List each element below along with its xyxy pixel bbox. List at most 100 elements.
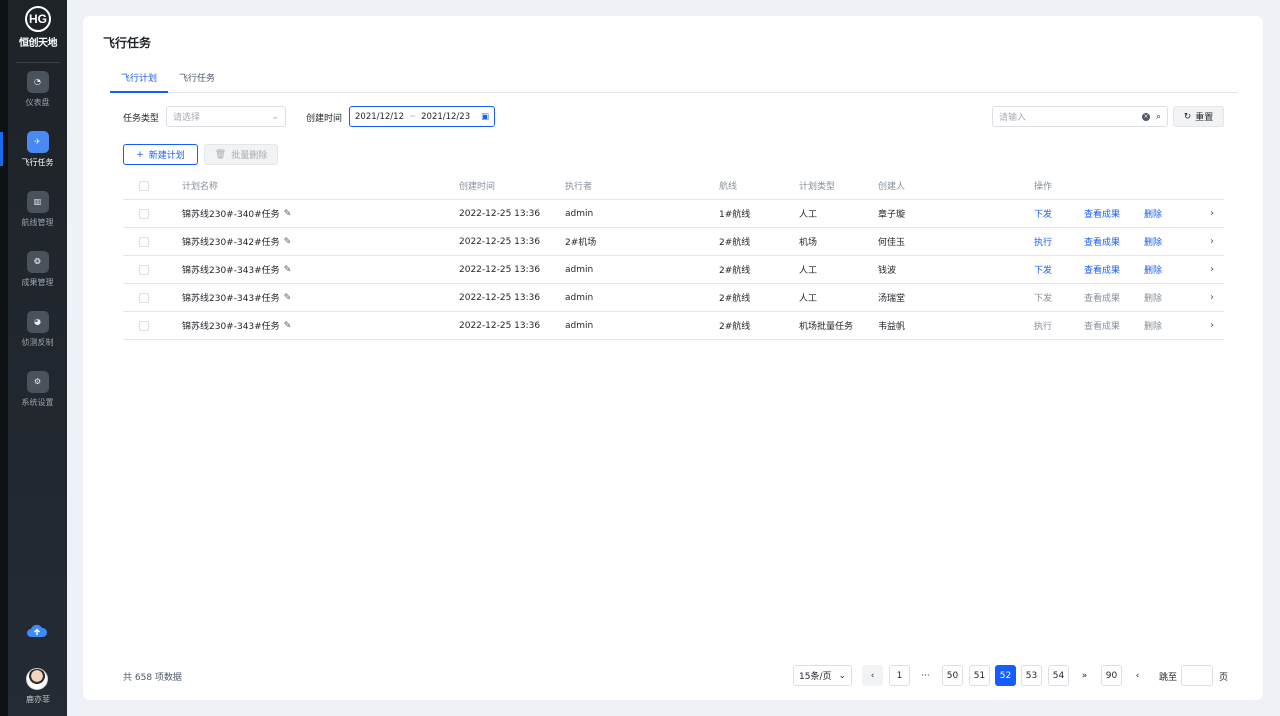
gear-icon: ⚙ (26, 370, 49, 393)
logo-mark: HG (25, 6, 51, 32)
delete-link[interactable]: 删除 (1144, 200, 1162, 227)
clear-icon[interactable]: × (1141, 112, 1150, 121)
row-checkbox[interactable] (139, 264, 149, 275)
new-plan-button[interactable]: + 新建计划 (123, 144, 198, 165)
sidebar-item-detection[interactable]: ◕ 侦测反制 (8, 306, 67, 352)
jump-page-input[interactable] (1181, 665, 1213, 686)
reset-button[interactable]: ↻ 重置 (1173, 106, 1224, 127)
edit-icon[interactable]: ✎ (284, 265, 292, 275)
avatar[interactable] (26, 668, 48, 690)
executor: 2#机场 (565, 238, 597, 248)
date-start[interactable]: 2021/12/12 (355, 112, 404, 122)
chevron-right-icon[interactable]: › (1210, 312, 1214, 339)
date-separator: ~ (409, 111, 417, 122)
reset-label: 重置 (1195, 113, 1214, 123)
edit-icon[interactable]: ✎ (284, 209, 292, 219)
search-input[interactable]: 请输入 × ⌕ (992, 106, 1168, 127)
view-results-link: 查看成果 (1084, 322, 1121, 332)
execute-link[interactable]: 执行 (1034, 228, 1052, 255)
created-time: 2022-12-25 13:36 (459, 208, 541, 219)
sidebar-item-label: 成果管理 (21, 277, 54, 287)
table-header: 计划名称 创建时间 执行者 航线 计划类型 创建人 操作 (123, 172, 1224, 200)
tab-flight-task[interactable]: 飞行任务 (179, 71, 215, 84)
chevron-right-icon[interactable]: › (1210, 228, 1214, 255)
plane-icon: ✈ (26, 130, 49, 153)
issue-link[interactable]: 下发 (1034, 256, 1052, 283)
created-time: 2022-12-25 13:36 (459, 292, 541, 303)
results-icon: ❂ (26, 250, 49, 273)
sidebar-item-label: 飞行任务 (21, 157, 54, 167)
view-results-link[interactable]: 查看成果 (1084, 200, 1120, 227)
row-checkbox[interactable] (139, 292, 149, 303)
row-checkbox[interactable] (139, 236, 149, 247)
page-size-select[interactable]: 15条/页 ⌄ (793, 665, 852, 686)
sidebar-item-results[interactable]: ❂ 成果管理 (8, 246, 67, 292)
created-time-label: 创建时间 (306, 114, 343, 124)
page-button-current[interactable]: 52 (995, 665, 1016, 686)
plan-type: 人工 (799, 210, 818, 220)
edit-icon[interactable]: ✎ (284, 293, 292, 303)
table-row[interactable]: 锦苏线230#-343#任务 ✎ 2022-12-25 13:36 admin 2… (123, 256, 1224, 284)
batch-delete-button[interactable]: 🗑 批量删除 (204, 144, 278, 165)
chevron-right-icon[interactable]: › (1210, 284, 1214, 311)
ellipsis[interactable]: ··· (915, 665, 936, 686)
plan-type: 机场 (799, 238, 818, 248)
sidebar-item-settings[interactable]: ⚙ 系统设置 (8, 366, 67, 412)
header-ops: 操作 (1034, 182, 1053, 192)
cloud-upload-icon[interactable] (26, 622, 48, 640)
sidebar: HG 恒创天地 ◔ 仪表盘 ✈ 飞行任务 ▥ 航线管理 ❂ 成果管理 ◕ 侦测反… (0, 0, 67, 716)
task-type-select[interactable]: 请选择 ⌄ (166, 106, 286, 127)
date-end[interactable]: 2021/12/23 (421, 112, 470, 122)
table-row[interactable]: 锦苏线230#-343#任务 ✎ 2022-12-25 13:36 admin 2… (123, 284, 1224, 312)
row-checkbox[interactable] (139, 208, 149, 219)
chevron-down-icon: ⌄ (838, 670, 846, 681)
table-row[interactable]: 锦苏线230#-340#任务 ✎ 2022-12-25 13:36 admin 1… (123, 200, 1224, 228)
trash-icon: 🗑 (214, 149, 227, 160)
main-panel: 飞行任务 飞行计划 飞行任务 任务类型 请选择 ⌄ 创建时间 2021/12/1… (83, 16, 1263, 700)
tab-flight-plan[interactable]: 飞行计划 (121, 71, 157, 84)
sidebar-item-flight-tasks[interactable]: ✈ 飞行任务 (0, 126, 67, 172)
delete-link[interactable]: 删除 (1144, 228, 1162, 255)
executor: admin (565, 320, 594, 331)
creator: 钱波 (878, 266, 897, 276)
page-button[interactable]: 51 (969, 665, 990, 686)
next-page-button[interactable]: ‹ (1127, 665, 1148, 686)
page-button[interactable]: 90 (1101, 665, 1122, 686)
brand-logo[interactable]: HG 恒创天地 (16, 6, 60, 49)
select-all-checkbox[interactable] (139, 180, 149, 191)
header-type: 计划类型 (799, 182, 836, 192)
chevron-right-icon[interactable]: › (1210, 200, 1214, 227)
page-button[interactable]: 1 (889, 665, 910, 686)
created-time: 2022-12-25 13:36 (459, 320, 541, 331)
date-range-picker[interactable]: 2021/12/12 ~ 2021/12/23 ▣ (349, 106, 495, 127)
tabs: 飞行计划 飞行任务 (110, 64, 1238, 93)
edit-icon[interactable]: ✎ (284, 237, 292, 247)
table-row[interactable]: 锦苏线230#-343#任务 ✎ 2022-12-25 13:36 admin 2… (123, 312, 1224, 340)
search-icon[interactable]: ⌕ (1156, 112, 1161, 122)
delete-link[interactable]: 删除 (1144, 256, 1162, 283)
page-button[interactable]: 53 (1021, 665, 1042, 686)
jump-forward-button[interactable]: » (1074, 665, 1095, 686)
dashboard-icon: ◔ (26, 70, 49, 93)
plan-name: 锦苏线230#-340#任务 (182, 210, 280, 220)
executor: admin (565, 264, 594, 275)
page-unit-label: 页 (1219, 673, 1229, 683)
page-button[interactable]: 50 (942, 665, 963, 686)
chevron-right-icon[interactable]: › (1210, 256, 1214, 283)
edit-icon[interactable]: ✎ (284, 321, 292, 331)
plus-icon: + (136, 149, 144, 160)
issue-link[interactable]: 下发 (1034, 200, 1052, 227)
prev-page-button[interactable]: ‹ (862, 665, 883, 686)
view-results-link[interactable]: 查看成果 (1084, 228, 1120, 255)
page-button[interactable]: 54 (1048, 665, 1069, 686)
view-results-link[interactable]: 查看成果 (1084, 256, 1120, 283)
sidebar-item-routes[interactable]: ▥ 航线管理 (8, 186, 67, 232)
plan-name: 锦苏线230#-343#任务 (182, 322, 280, 332)
row-checkbox[interactable] (139, 320, 149, 331)
plan-table: 计划名称 创建时间 执行者 航线 计划类型 创建人 操作 锦苏线230#-340… (123, 172, 1224, 340)
plan-name: 锦苏线230#-342#任务 (182, 238, 280, 248)
sidebar-item-dashboard[interactable]: ◔ 仪表盘 (8, 66, 67, 112)
plan-name: 锦苏线230#-343#任务 (182, 266, 280, 276)
header-executor: 执行者 (565, 182, 593, 192)
table-row[interactable]: 锦苏线230#-342#任务 ✎ 2022-12-25 13:36 2#机场 2#… (123, 228, 1224, 256)
